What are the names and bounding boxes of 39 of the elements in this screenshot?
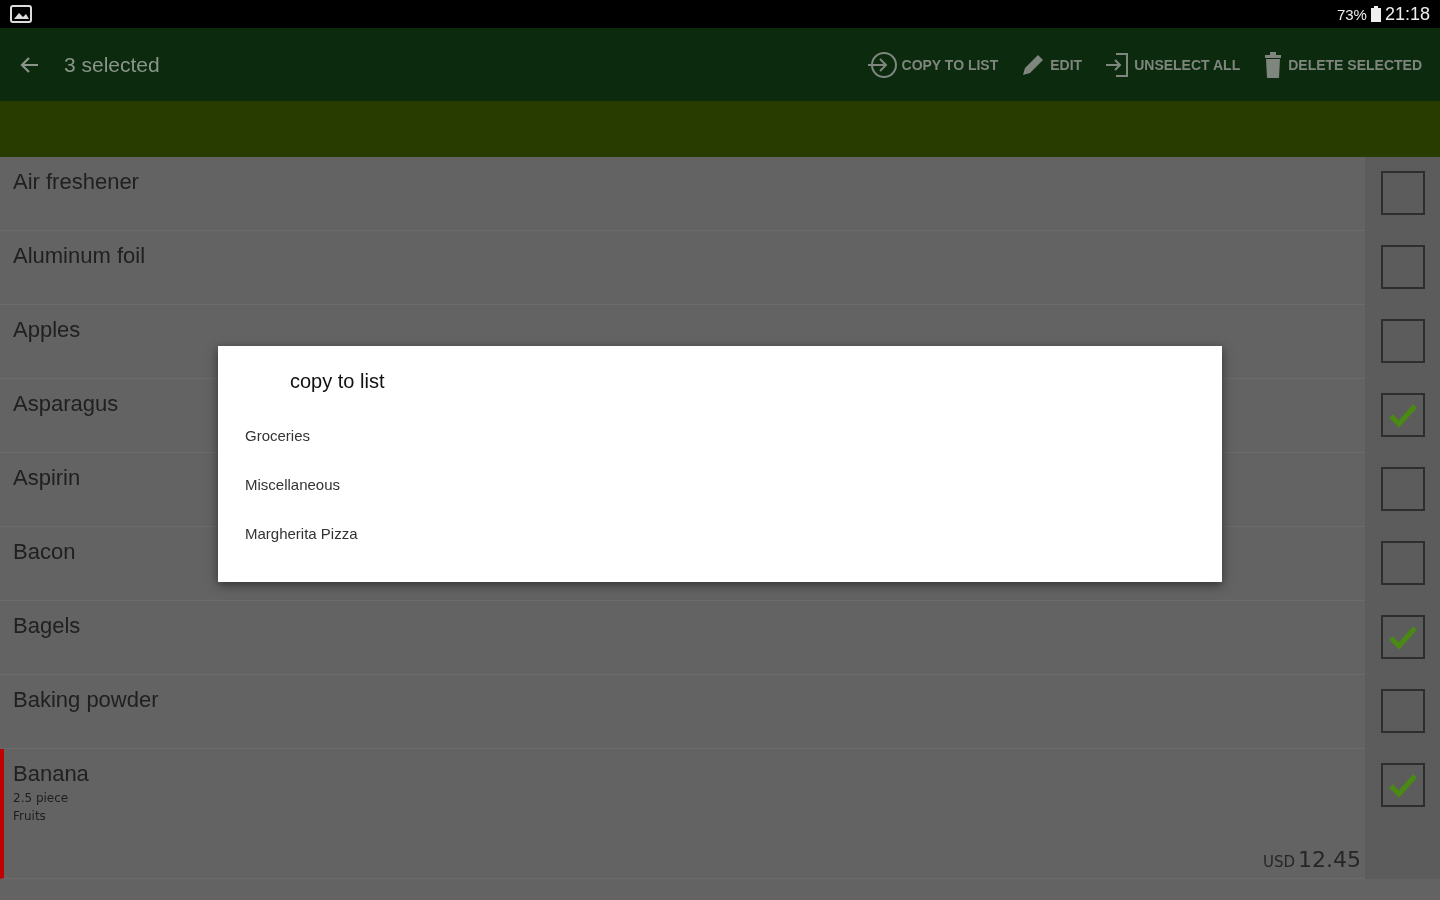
enter-arrow-icon [865, 50, 898, 79]
checkbox[interactable] [1380, 615, 1425, 659]
checkbox[interactable] [1380, 541, 1425, 585]
unselect-action-button[interactable]: UNSELECT ALL [1104, 50, 1241, 79]
checkmark-icon [1387, 402, 1418, 428]
item-name: Apples [13, 317, 81, 343]
item-name: Air freshener [13, 169, 139, 195]
checkbox[interactable] [1380, 689, 1425, 733]
checkbox[interactable] [1380, 245, 1425, 289]
item-name: Baking powder [13, 687, 159, 713]
list-option[interactable]: Miscellaneous [245, 460, 1195, 509]
item-name: Asparagus [13, 391, 119, 417]
checkbox[interactable] [1380, 467, 1425, 511]
checkbox[interactable] [1380, 763, 1425, 807]
login-arrow-icon [1104, 50, 1131, 79]
item-price: USD 12.45 [1262, 847, 1361, 872]
checkbox[interactable] [1380, 319, 1425, 363]
list-option[interactable]: Margherita Pizza [245, 509, 1195, 558]
item-name: Banana [13, 761, 89, 787]
checkbox[interactable] [1380, 171, 1425, 215]
checkbox[interactable] [1380, 393, 1425, 437]
list-option[interactable]: Groceries [245, 411, 1195, 460]
battery-icon [1370, 6, 1381, 22]
battery-percent: 73% [1336, 5, 1367, 23]
item-name: Aluminum foil [13, 243, 146, 269]
delete-action-button[interactable]: DELETE SELECTED [1262, 50, 1422, 79]
item-category: Fruits [13, 809, 46, 823]
checkmark-icon [1387, 772, 1418, 798]
copy-action-button[interactable]: COPY TO LIST [865, 50, 999, 79]
item-name: Bagels [13, 613, 81, 639]
item-name: Aspirin [13, 465, 81, 491]
item-name: Bacon [13, 539, 76, 565]
item-quantity: 2.5 piece [13, 791, 69, 805]
image-icon [10, 5, 32, 23]
selection-title: 3 selected [64, 52, 161, 77]
edit-action-button[interactable]: EDIT [1020, 51, 1083, 78]
dialog-title: copy to list [290, 370, 385, 393]
clock-time: 21:18 [1384, 3, 1430, 25]
checkmark-icon [1387, 624, 1418, 650]
